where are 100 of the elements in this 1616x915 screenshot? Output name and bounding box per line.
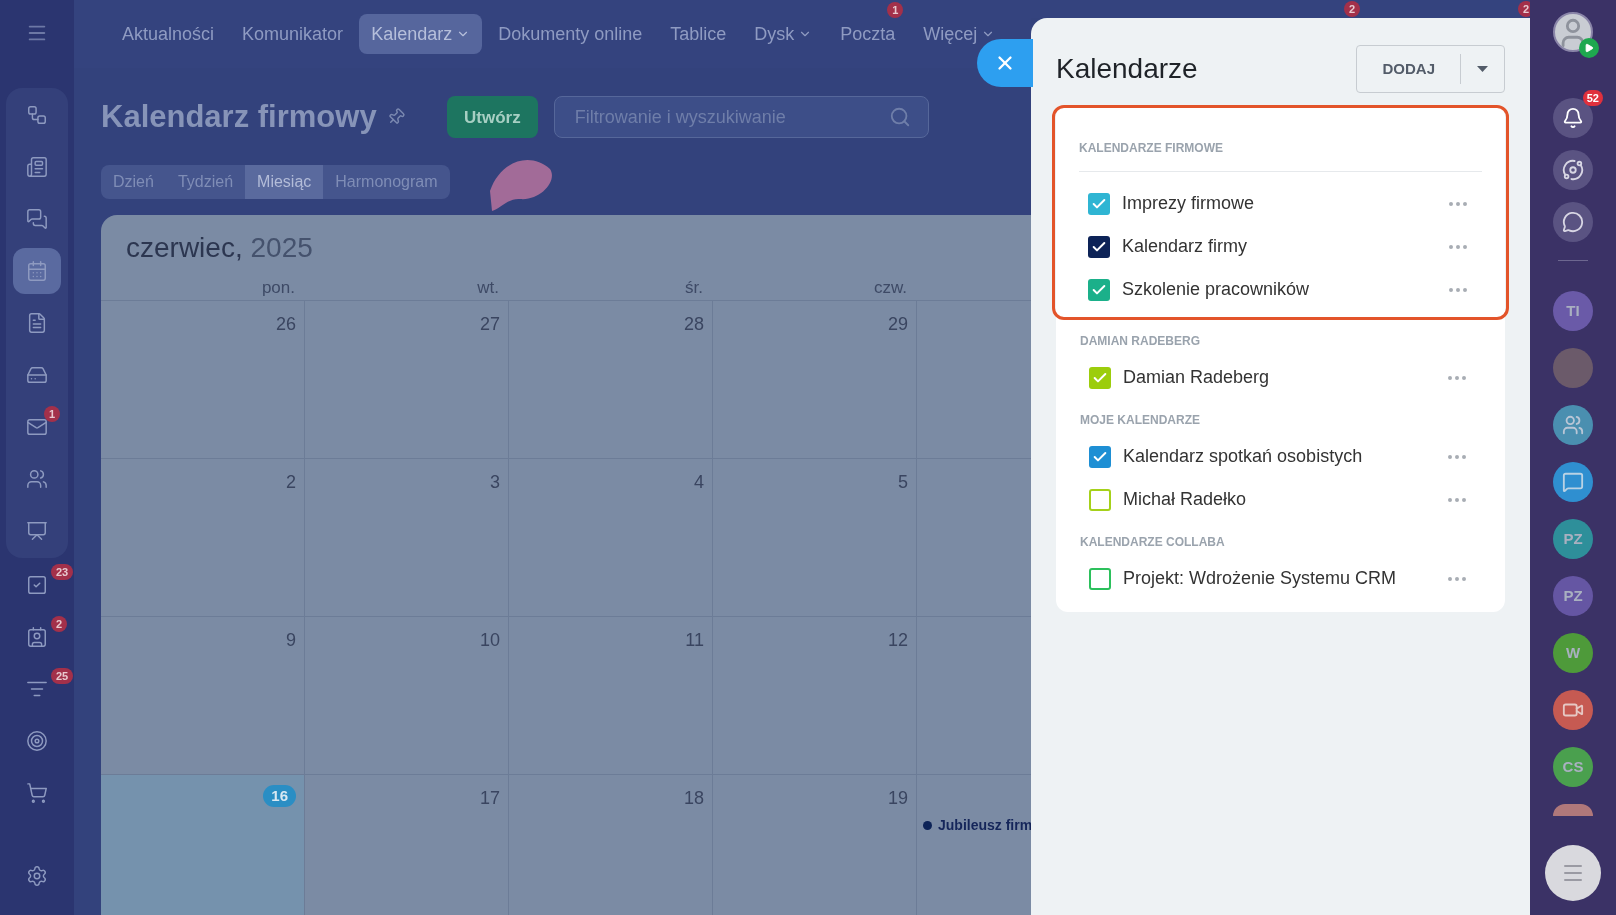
flow-icon: [26, 104, 48, 126]
round-button[interactable]: [1553, 202, 1593, 242]
checkbox[interactable]: [1088, 192, 1110, 215]
mail-icon: [26, 416, 48, 438]
view-tab[interactable]: Harmonogram: [323, 164, 450, 199]
orbit-icon: [1562, 159, 1584, 181]
chat-avatar[interactable]: PZ: [1553, 519, 1593, 559]
chat-avatar[interactable]: [1553, 405, 1593, 445]
count-badge: 1: [44, 406, 61, 422]
day-cell[interactable]: 26: [101, 301, 305, 458]
day-number: 2: [286, 471, 296, 494]
day-number: 5: [898, 471, 908, 494]
day-number: 4: [694, 471, 704, 494]
day-number: 17: [479, 787, 500, 810]
group-icon: [1562, 414, 1584, 436]
day-cell[interactable]: 16: [101, 775, 305, 915]
weekday-label: wt.: [476, 276, 500, 299]
day-cell[interactable]: 27: [305, 301, 509, 458]
weekday-label: śr.: [684, 276, 704, 299]
chat-icon: [1562, 471, 1584, 493]
calendar-name[interactable]: Projekt: Wdrożenie Systemu CRM: [1123, 565, 1445, 592]
day-cell[interactable]: 29: [713, 301, 917, 458]
day-number: 19: [887, 787, 908, 810]
chat-avatar[interactable]: [1553, 804, 1593, 816]
day-number: 3: [490, 471, 500, 494]
checkbox[interactable]: [1088, 278, 1110, 301]
day-number: 27: [479, 313, 500, 336]
count-badge: 23: [51, 564, 74, 580]
day-number: 9: [286, 629, 296, 652]
chat-avatar[interactable]: [1553, 462, 1593, 502]
calendar-name[interactable]: Kalendarz spotkań osobistych: [1123, 443, 1445, 470]
section-title: MOJE KALENDARZE: [1080, 413, 1200, 427]
day-cell[interactable]: 2: [101, 459, 305, 616]
count-badge: 2: [1344, 1, 1361, 17]
day-cell[interactable]: 11: [509, 617, 713, 774]
count-badge: 2: [1517, 1, 1530, 17]
calendar-name[interactable]: Szkolenie pracowników: [1122, 276, 1446, 303]
checkbox[interactable]: [1089, 488, 1111, 511]
nav-tab[interactable]: Komunikator: [230, 14, 356, 54]
checkbox[interactable]: [1088, 235, 1110, 258]
close-button[interactable]: [977, 39, 1033, 87]
day-cell[interactable]: 4: [509, 459, 713, 616]
day-cell[interactable]: 9: [101, 617, 305, 774]
nav-tab[interactable]: Dokumenty online: [486, 14, 655, 54]
day-cell[interactable]: 12: [713, 617, 917, 774]
count-badge: 25: [51, 668, 74, 684]
nav-tab[interactable]: Tablice: [658, 14, 739, 54]
calendar-icon: [26, 260, 48, 282]
day-cell[interactable]: 28: [509, 301, 713, 458]
chat-avatar[interactable]: [1553, 690, 1593, 730]
day-cell[interactable]: 5: [713, 459, 917, 616]
chat-avatar[interactable]: TI: [1553, 291, 1593, 331]
section-title: KALENDARZE COLLABA: [1080, 535, 1225, 549]
section-title: KALENDARZE FIRMOWE: [1079, 141, 1223, 155]
nav-tab[interactable]: Dysk: [742, 14, 825, 54]
calendar-name[interactable]: Michał Radełko: [1123, 486, 1445, 513]
view-tab[interactable]: Miesiąc: [245, 164, 324, 199]
day-cell[interactable]: 18: [509, 775, 713, 915]
section-title: DAMIAN RADEBERG: [1080, 334, 1200, 348]
calendar-name[interactable]: Imprezy firmowe: [1122, 190, 1446, 217]
event-title[interactable]: Jubileusz firm: [938, 815, 1031, 836]
photo-placeholder[interactable]: [1553, 348, 1593, 388]
panel-title: Kalendarze: [1056, 52, 1198, 86]
presentation-icon: [26, 520, 48, 542]
sidebar-item[interactable]: [13, 248, 61, 294]
day-cell[interactable]: 17: [305, 775, 509, 915]
chat-avatar[interactable]: CS: [1553, 747, 1593, 787]
checkbox[interactable]: [1089, 366, 1111, 389]
day-cell[interactable]: 19: [713, 775, 917, 915]
day-number: 29: [887, 313, 908, 336]
calendar-name[interactable]: Kalendarz firmy: [1122, 233, 1446, 260]
settings-icon: [26, 865, 48, 887]
chat-avatar[interactable]: PZ: [1553, 576, 1593, 616]
month-title: czerwiec, 2025: [125, 230, 314, 265]
calendar-name[interactable]: Damian Radeberg: [1123, 364, 1445, 391]
day-cell[interactable]: 10: [305, 617, 509, 774]
avatar[interactable]: [1553, 12, 1593, 52]
round-button[interactable]: [1553, 150, 1593, 190]
count-badge: 2: [51, 616, 68, 632]
page-title: Kalendarz firmowy: [101, 98, 377, 136]
chat-icon: [26, 208, 48, 230]
day-number: 11: [685, 629, 704, 652]
view-tab[interactable]: Tydzień: [165, 164, 246, 199]
checkbox[interactable]: [1089, 567, 1111, 590]
contacts-icon: [26, 468, 48, 490]
add-button[interactable]: DODAJ: [1357, 46, 1460, 92]
search-icon[interactable]: [888, 106, 911, 129]
day-number: 12: [887, 629, 908, 652]
day-number: 16: [263, 785, 296, 807]
checkbox[interactable]: [1089, 445, 1111, 468]
nav-tab[interactable]: Więcej: [911, 14, 1008, 54]
nav-tab[interactable]: Aktualności: [110, 14, 227, 54]
chat-avatar[interactable]: W: [1553, 633, 1593, 673]
bell-icon: [1562, 107, 1584, 129]
caret-icon: [1477, 66, 1488, 72]
view-tab[interactable]: Dzień: [101, 164, 166, 199]
menu-button[interactable]: [1545, 845, 1601, 901]
nav-tab[interactable]: Kalendarz: [359, 14, 483, 54]
create-button[interactable]: Utwórz: [447, 96, 538, 139]
day-cell[interactable]: 3: [305, 459, 509, 616]
